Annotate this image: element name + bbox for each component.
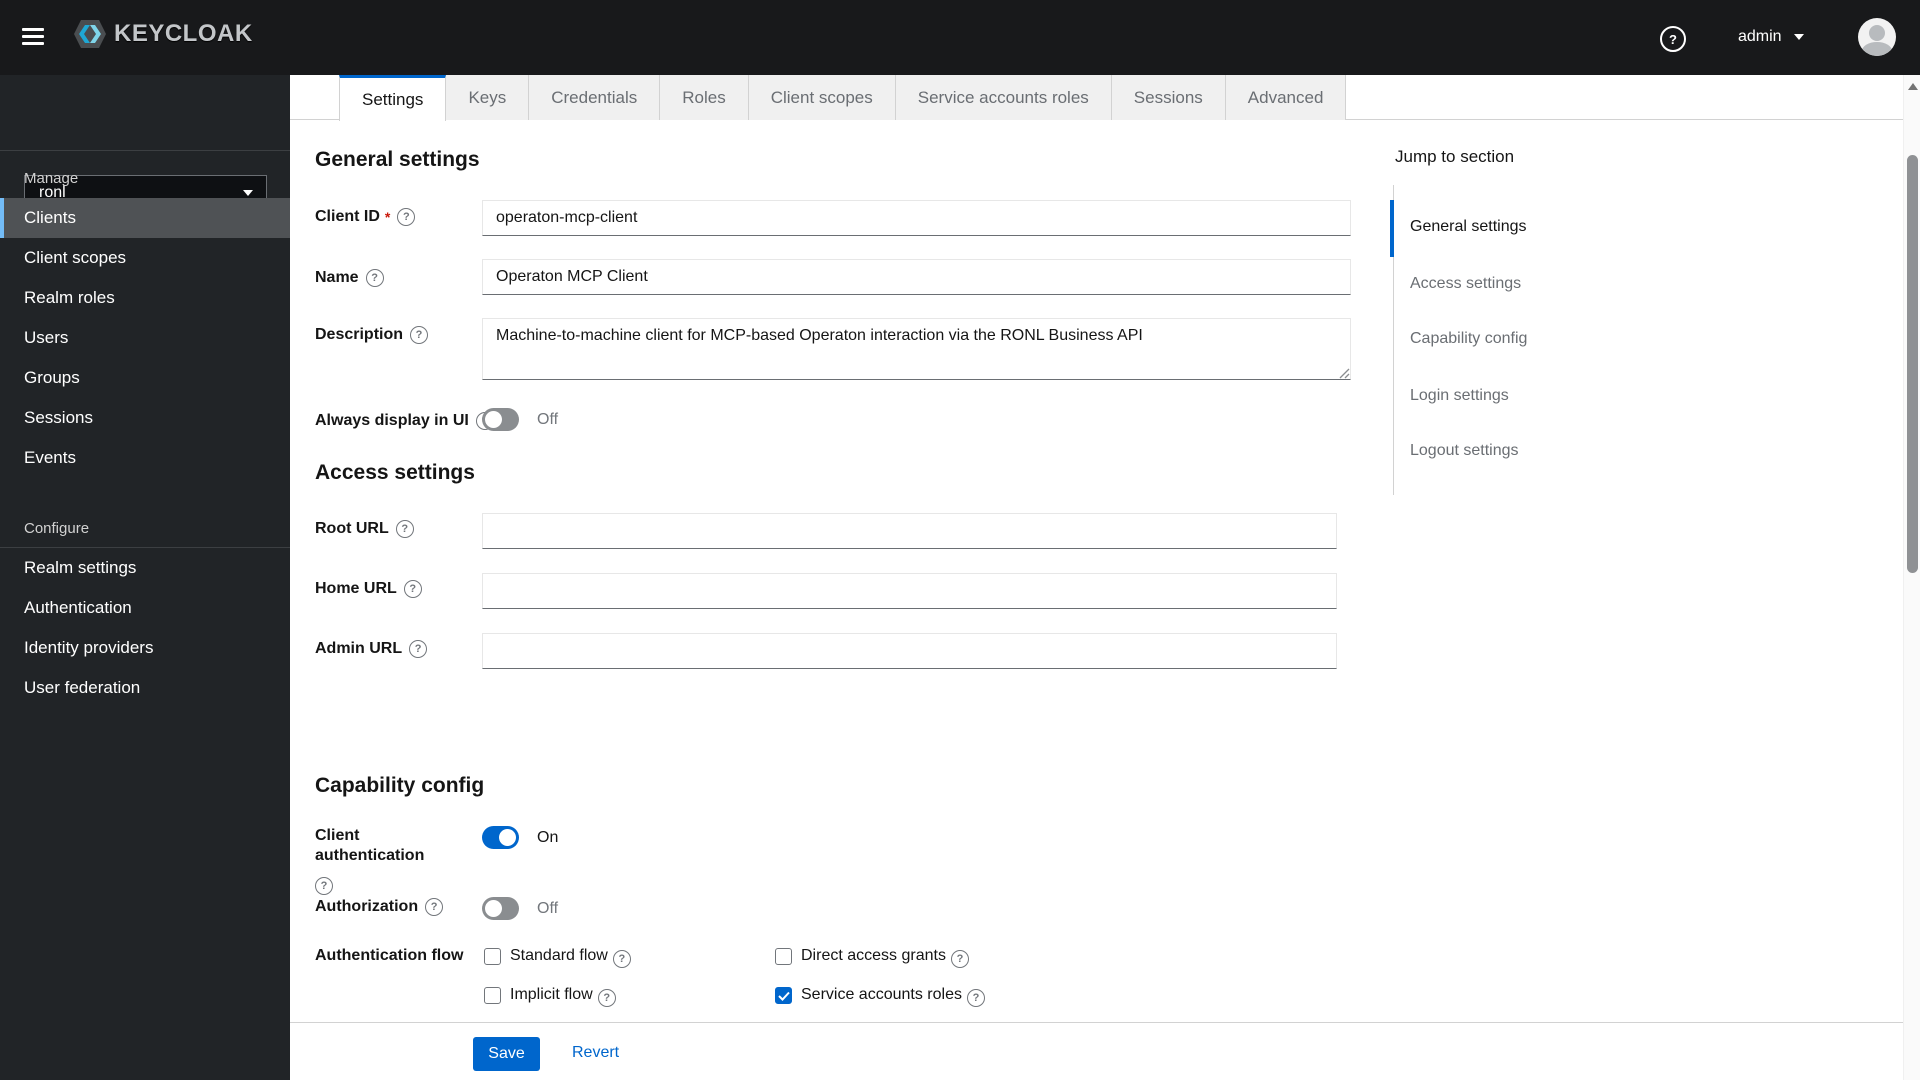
client-authentication-toggle[interactable] (482, 826, 519, 849)
check-icon (778, 991, 790, 1001)
tab-service-accounts-roles[interactable]: Service accounts roles (895, 75, 1112, 120)
scrollbar-thumb[interactable] (1907, 155, 1918, 573)
avatar-body (1862, 42, 1892, 56)
sidebar-item-authentication[interactable]: Authentication (0, 588, 290, 628)
direct-access-grants-option: Direct access grants ? (801, 946, 969, 968)
tab-roles[interactable]: Roles (660, 75, 749, 120)
sidebar-divider (0, 150, 290, 151)
root-url-input[interactable] (482, 513, 1337, 549)
help-icon[interactable]: ? (1660, 26, 1686, 52)
admin-url-input[interactable] (482, 633, 1337, 669)
keycloak-logo-icon (74, 20, 106, 48)
help-icon[interactable]: ? (597, 989, 616, 1007)
help-icon[interactable]: ? (395, 520, 414, 538)
authorization-toggle[interactable] (482, 897, 519, 920)
home-url-input[interactable] (482, 573, 1337, 609)
help-icon[interactable]: ? (410, 326, 429, 344)
jump-link-general-settings[interactable]: General settings (1410, 218, 1527, 236)
sidebar-item-events[interactable]: Events (0, 438, 290, 478)
help-icon[interactable]: ? (612, 950, 631, 968)
jump-link-login-settings[interactable]: Login settings (1410, 387, 1509, 405)
client-id-label: Client ID * ? (315, 207, 416, 227)
section-heading-capability-config: Capability config (315, 774, 485, 797)
revert-button[interactable]: Revert (572, 1044, 619, 1062)
help-icon[interactable]: ? (403, 580, 422, 598)
name-input[interactable] (482, 259, 1351, 295)
help-icon[interactable]: ? (409, 640, 428, 658)
help-icon[interactable]: ? (425, 898, 444, 916)
tab-sessions[interactable]: Sessions (1111, 75, 1226, 120)
tab-settings[interactable]: Settings (339, 75, 447, 121)
client-authentication-label: Client authentication ? (315, 826, 465, 895)
username: admin (1738, 28, 1782, 45)
description-label: Description ? (315, 325, 429, 345)
home-url-label: Home URL ? (315, 579, 422, 599)
sidebar-item-user-federation[interactable]: User federation (0, 668, 290, 708)
user-menu[interactable]: admin (1738, 28, 1804, 46)
implicit-flow-option: Implicit flow ? (510, 985, 616, 1007)
client-tabs: Settings Keys Credentials Roles Client s… (290, 75, 1903, 121)
nav-group-manage: Manage (24, 170, 79, 187)
authorization-state: Off (537, 900, 559, 917)
tab-credentials[interactable]: Credentials (529, 75, 661, 120)
jump-active-indicator (1390, 200, 1394, 257)
section-heading-access-settings: Access settings (315, 461, 475, 484)
direct-access-grants-checkbox[interactable] (775, 948, 792, 965)
sidebar-item-identity-providers[interactable]: Identity providers (0, 628, 290, 668)
sidebar-item-realm-settings[interactable]: Realm settings (0, 548, 290, 588)
authentication-flow-label: Authentication flow (315, 947, 464, 964)
admin-url-label: Admin URL ? (315, 639, 428, 659)
jump-to-section-title: Jump to section (1395, 147, 1515, 166)
always-display-toggle[interactable] (482, 408, 519, 431)
chevron-down-icon (243, 189, 253, 196)
avatar-head (1869, 25, 1885, 41)
help-icon[interactable]: ? (950, 950, 969, 968)
sidebar-item-clients[interactable]: Clients (0, 198, 290, 238)
jump-link-access-settings[interactable]: Access settings (1410, 275, 1521, 293)
avatar[interactable] (1858, 18, 1896, 56)
description-textarea[interactable]: Machine-to-machine client for MCP-based … (482, 318, 1351, 380)
standard-flow-checkbox[interactable] (484, 948, 501, 965)
tab-spacer (290, 75, 339, 119)
root-url-label: Root URL ? (315, 519, 414, 539)
footer-divider (290, 1022, 1903, 1023)
save-button[interactable]: Save (473, 1037, 540, 1071)
always-display-state: Off (537, 411, 559, 428)
help-icon[interactable]: ? (315, 877, 333, 895)
standard-flow-option: Standard flow ? (510, 946, 631, 968)
authorization-label: Authorization ? (315, 897, 444, 917)
nav-group-configure: Configure (24, 520, 90, 537)
always-display-label: Always display in UI ? (315, 411, 494, 431)
help-icon[interactable]: ? (397, 208, 416, 226)
keycloak-admin-console: KEYCLOAK ? admin ronl Manage Clients Cli… (0, 0, 1920, 1080)
chevron-down-icon (1793, 34, 1804, 40)
section-heading-general-settings: General settings (315, 148, 480, 171)
sidebar-item-groups[interactable]: Groups (0, 358, 290, 398)
tab-client-scopes[interactable]: Client scopes (748, 75, 896, 120)
tab-keys[interactable]: Keys (446, 75, 530, 120)
help-icon[interactable]: ? (365, 269, 384, 287)
help-icon[interactable]: ? (966, 989, 985, 1007)
jump-link-logout-settings[interactable]: Logout settings (1410, 442, 1519, 460)
sidebar-item-users[interactable]: Users (0, 318, 290, 358)
keycloak-logo: KEYCLOAK (72, 16, 253, 52)
vertical-scrollbar[interactable] (1903, 75, 1920, 1080)
jump-link-capability-config[interactable]: Capability config (1410, 330, 1527, 348)
name-label: Name ? (315, 268, 384, 288)
tab-advanced[interactable]: Advanced (1225, 75, 1347, 120)
required-indicator: * (384, 209, 391, 225)
service-accounts-roles-checkbox[interactable] (775, 987, 792, 1004)
scroll-up-arrow-icon[interactable] (1908, 83, 1918, 90)
masthead: KEYCLOAK ? admin (0, 0, 1920, 75)
client-authentication-state: On (537, 829, 559, 846)
sidebar-item-sessions[interactable]: Sessions (0, 398, 290, 438)
sidebar-item-realm-roles[interactable]: Realm roles (0, 278, 290, 318)
client-id-input[interactable] (482, 200, 1351, 236)
hamburger-menu-icon[interactable] (22, 24, 48, 50)
service-accounts-roles-option: Service accounts roles ? (801, 985, 985, 1007)
sidebar-item-client-scopes[interactable]: Client scopes (0, 238, 290, 278)
brand-wordmark: KEYCLOAK (114, 20, 253, 47)
implicit-flow-checkbox[interactable] (484, 987, 501, 1004)
